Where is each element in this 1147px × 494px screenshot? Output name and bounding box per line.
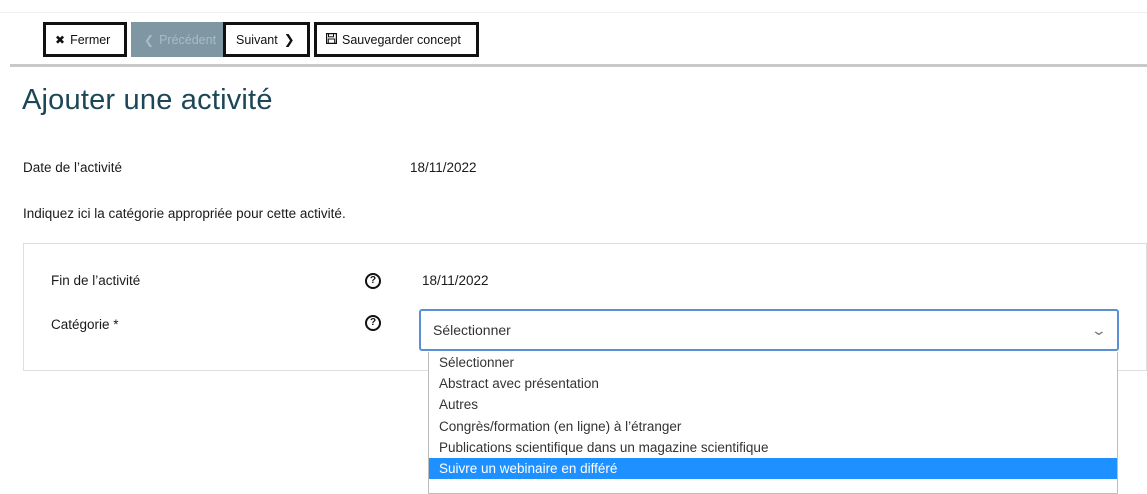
category-option[interactable]: Congrès/formation (en ligne) à l’étrange…	[429, 416, 1117, 437]
category-label: Catégorie *	[51, 317, 119, 332]
activity-date-label: Date de l’activité	[23, 160, 123, 175]
end-date-label: Fin de l’activité	[51, 273, 141, 288]
help-icon[interactable]: ?	[365, 315, 381, 331]
previous-button-label: Précédent	[159, 32, 217, 47]
chevron-left-icon: ❮	[144, 32, 155, 47]
close-button-label: Fermer	[70, 32, 111, 47]
previous-button[interactable]: ❮ Précédent	[131, 22, 223, 57]
category-select[interactable]: Sélectionner ⌄	[419, 309, 1119, 351]
end-date-value: 18/11/2022	[422, 273, 489, 288]
next-button[interactable]: Suivant ❯	[223, 22, 310, 57]
top-border	[0, 12, 1147, 13]
toolbar: ✖ Fermer ❮ Précédent Suivant ❯ Sauvegard…	[43, 22, 479, 57]
next-button-label: Suivant	[236, 32, 278, 47]
close-button[interactable]: ✖ Fermer	[43, 22, 127, 57]
toolbar-divider	[10, 64, 1147, 67]
floppy-disk-icon	[326, 32, 338, 47]
save-draft-label: Sauvegarder concept	[342, 32, 461, 47]
help-icon[interactable]: ?	[365, 273, 381, 289]
category-option[interactable]: Sélectionner	[429, 352, 1117, 373]
activity-date-value: 18/11/2022	[410, 160, 477, 175]
page-title: Ajouter une activité	[22, 84, 273, 116]
category-option[interactable]: Publications scientifique dans un magazi…	[429, 437, 1117, 458]
close-icon: ✖	[55, 32, 66, 47]
chevron-right-icon: ❯	[283, 31, 295, 47]
info-text: Indiquez ici la catégorie appropriée pou…	[23, 206, 346, 221]
category-dropdown-list: Sélectionner Abstract avec présentation …	[428, 352, 1118, 494]
category-option[interactable]: Abstract avec présentation	[429, 373, 1117, 394]
category-option-highlighted[interactable]: Suivre un webinaire en différé	[429, 457, 1117, 480]
save-draft-button[interactable]: Sauvegarder concept	[314, 22, 479, 57]
category-selected-value: Sélectionner	[433, 322, 511, 338]
category-option[interactable]: Autres	[429, 394, 1117, 415]
chevron-down-icon: ⌄	[1090, 321, 1108, 338]
